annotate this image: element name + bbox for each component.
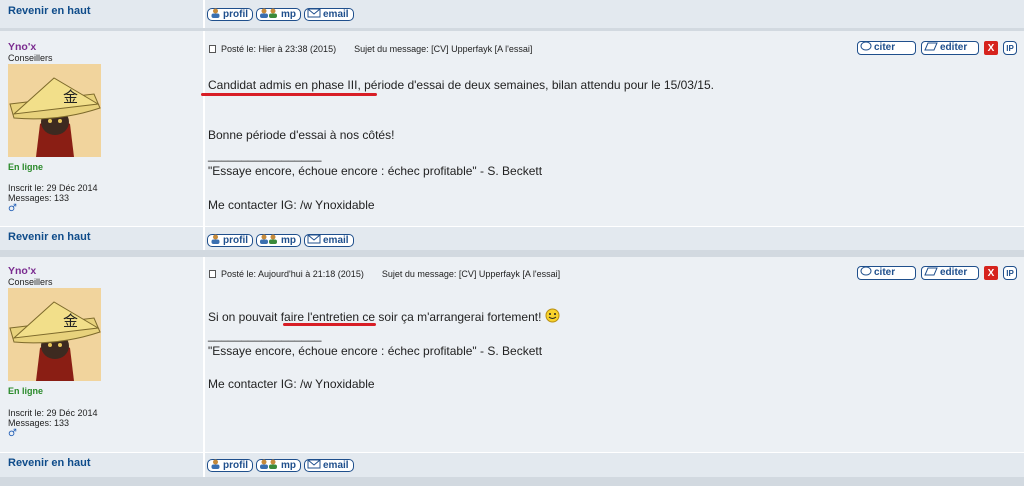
post1-subject: Sujet du message: [CV] Upperfayk [A l'es… <box>354 44 533 54</box>
post2-actions: citer editer X IP <box>857 266 1017 280</box>
post-document-icon <box>209 270 216 278</box>
post2-signature-separator: _________________ <box>208 328 322 342</box>
back-to-top-link[interactable]: Revenir en haut <box>8 457 91 469</box>
post1-delete-button[interactable]: X <box>984 41 998 55</box>
post2-author-rank: Conseillers <box>8 277 53 287</box>
post2-author-name[interactable]: Yno'x <box>8 265 36 277</box>
email-button[interactable]: email <box>304 234 354 247</box>
profile-icon <box>210 8 221 22</box>
male-gender-icon: ♂ <box>8 428 17 439</box>
quote-label: citer <box>874 42 896 53</box>
post1-edit-button[interactable]: editer <box>921 41 979 55</box>
edit-label: editer <box>940 267 968 278</box>
email-button-label: email <box>323 459 349 471</box>
row-separator <box>0 477 1024 486</box>
quote-label: citer <box>874 267 896 278</box>
post2-edit-button[interactable]: editer <box>921 266 979 280</box>
contact-buttons: profil mp email <box>207 234 354 247</box>
post1-header: Posté le: Hier à 23:38 (2015) Sujet du m… <box>209 44 532 54</box>
back-to-top-link[interactable]: Revenir en haut <box>8 5 91 17</box>
post2-delete-button[interactable]: X <box>984 266 998 280</box>
pm-button[interactable]: mp <box>256 459 301 472</box>
post2-signature-contact: Me contacter IG: /w Ynoxidable <box>208 377 375 391</box>
pm-button-label: mp <box>281 8 296 20</box>
post2-quote-button[interactable]: citer <box>857 266 916 280</box>
post-document-icon <box>209 45 216 53</box>
post1-line2: Bonne période d'essai à nos côtés! <box>208 128 395 142</box>
post2-avatar: 金 <box>8 288 101 381</box>
post1-actions: citer editer X IP <box>857 41 1017 55</box>
envelope-icon <box>307 459 321 473</box>
users-icon <box>259 459 279 473</box>
post2-joined-date: Inscrit le: 29 Déc 2014 <box>8 408 98 418</box>
post1-line1: Candidat admis en phase III, période d'e… <box>208 78 714 93</box>
profile-button[interactable]: profil <box>207 8 253 21</box>
profile-button[interactable]: profil <box>207 234 253 247</box>
envelope-icon <box>307 8 321 22</box>
quote-icon <box>860 41 872 55</box>
post1-line1-rest: , période d'essai de deux semaines, bila… <box>357 78 714 92</box>
profile-button-label: profil <box>223 8 248 20</box>
email-button-label: email <box>323 234 349 246</box>
post1-signature-separator: _________________ <box>208 148 322 162</box>
post1-message-count: Messages: 133 <box>8 193 70 203</box>
profile-icon <box>210 234 221 248</box>
post2-red-underline <box>283 323 376 326</box>
envelope-icon <box>307 234 321 248</box>
post1-highlighted-text: Candidat admis en phase III <box>208 78 358 92</box>
post1-author-name[interactable]: Yno'x <box>8 41 36 53</box>
email-button[interactable]: email <box>304 459 354 472</box>
profile-button-label: profil <box>223 234 248 246</box>
pm-button-label: mp <box>281 234 296 246</box>
smiley-icon <box>545 308 560 327</box>
post2-line1-pre: Si on pouvait <box>208 310 281 324</box>
post1-posted-date: Posté le: Hier à 23:38 (2015) <box>221 44 337 54</box>
post1-signature-quote: "Essaye encore, échoue encore : échec pr… <box>208 164 543 178</box>
edit-pencil-icon <box>924 266 938 280</box>
post2-online-status: En ligne <box>8 386 44 396</box>
post1-red-underline <box>201 93 377 96</box>
pm-button-label: mp <box>281 459 296 471</box>
contact-buttons: profil mp email <box>207 8 354 21</box>
quote-icon <box>860 266 872 280</box>
row-separator <box>0 250 1024 257</box>
post2-message-count: Messages: 133 <box>8 418 70 428</box>
post1-signature-contact: Me contacter IG: /w Ynoxidable <box>208 198 375 212</box>
post2-line1-rest: ce soir ça m'arrangerai fortement! <box>359 310 542 324</box>
male-gender-icon: ♂ <box>8 203 17 214</box>
contact-buttons: profil mp email <box>207 459 354 472</box>
edit-label: editer <box>940 42 968 53</box>
email-button[interactable]: email <box>304 8 354 21</box>
post2-posted-date: Posté le: Aujourd'hui à 21:18 (2015) <box>221 269 364 279</box>
post1-online-status: En ligne <box>8 162 44 172</box>
profile-icon <box>210 459 221 473</box>
email-button-label: email <box>323 8 349 20</box>
post2-header: Posté le: Aujourd'hui à 21:18 (2015) Suj… <box>209 269 560 279</box>
profile-button-label: profil <box>223 459 248 471</box>
users-icon <box>259 8 279 22</box>
pm-button[interactable]: mp <box>256 8 301 21</box>
profile-button[interactable]: profil <box>207 459 253 472</box>
post1-joined-date: Inscrit le: 29 Déc 2014 <box>8 183 98 193</box>
post1-quote-button[interactable]: citer <box>857 41 916 55</box>
svg-text:金: 金 <box>63 312 78 330</box>
post2-signature-quote: "Essaye encore, échoue encore : échec pr… <box>208 344 543 358</box>
post1-author-rank: Conseillers <box>8 53 53 63</box>
back-to-top-link[interactable]: Revenir en haut <box>8 231 91 243</box>
post2-line1: Si on pouvait faire l'entretien ce soir … <box>208 308 560 327</box>
edit-pencil-icon <box>924 41 938 55</box>
pm-button[interactable]: mp <box>256 234 301 247</box>
post2-ip-button[interactable]: IP <box>1003 266 1017 280</box>
post2-subject: Sujet du message: [CV] Upperfayk [A l'es… <box>381 269 561 279</box>
post1-avatar: 金 <box>8 64 101 157</box>
users-icon <box>259 234 279 248</box>
svg-text:金: 金 <box>63 88 78 106</box>
post1-ip-button[interactable]: IP <box>1003 41 1017 55</box>
